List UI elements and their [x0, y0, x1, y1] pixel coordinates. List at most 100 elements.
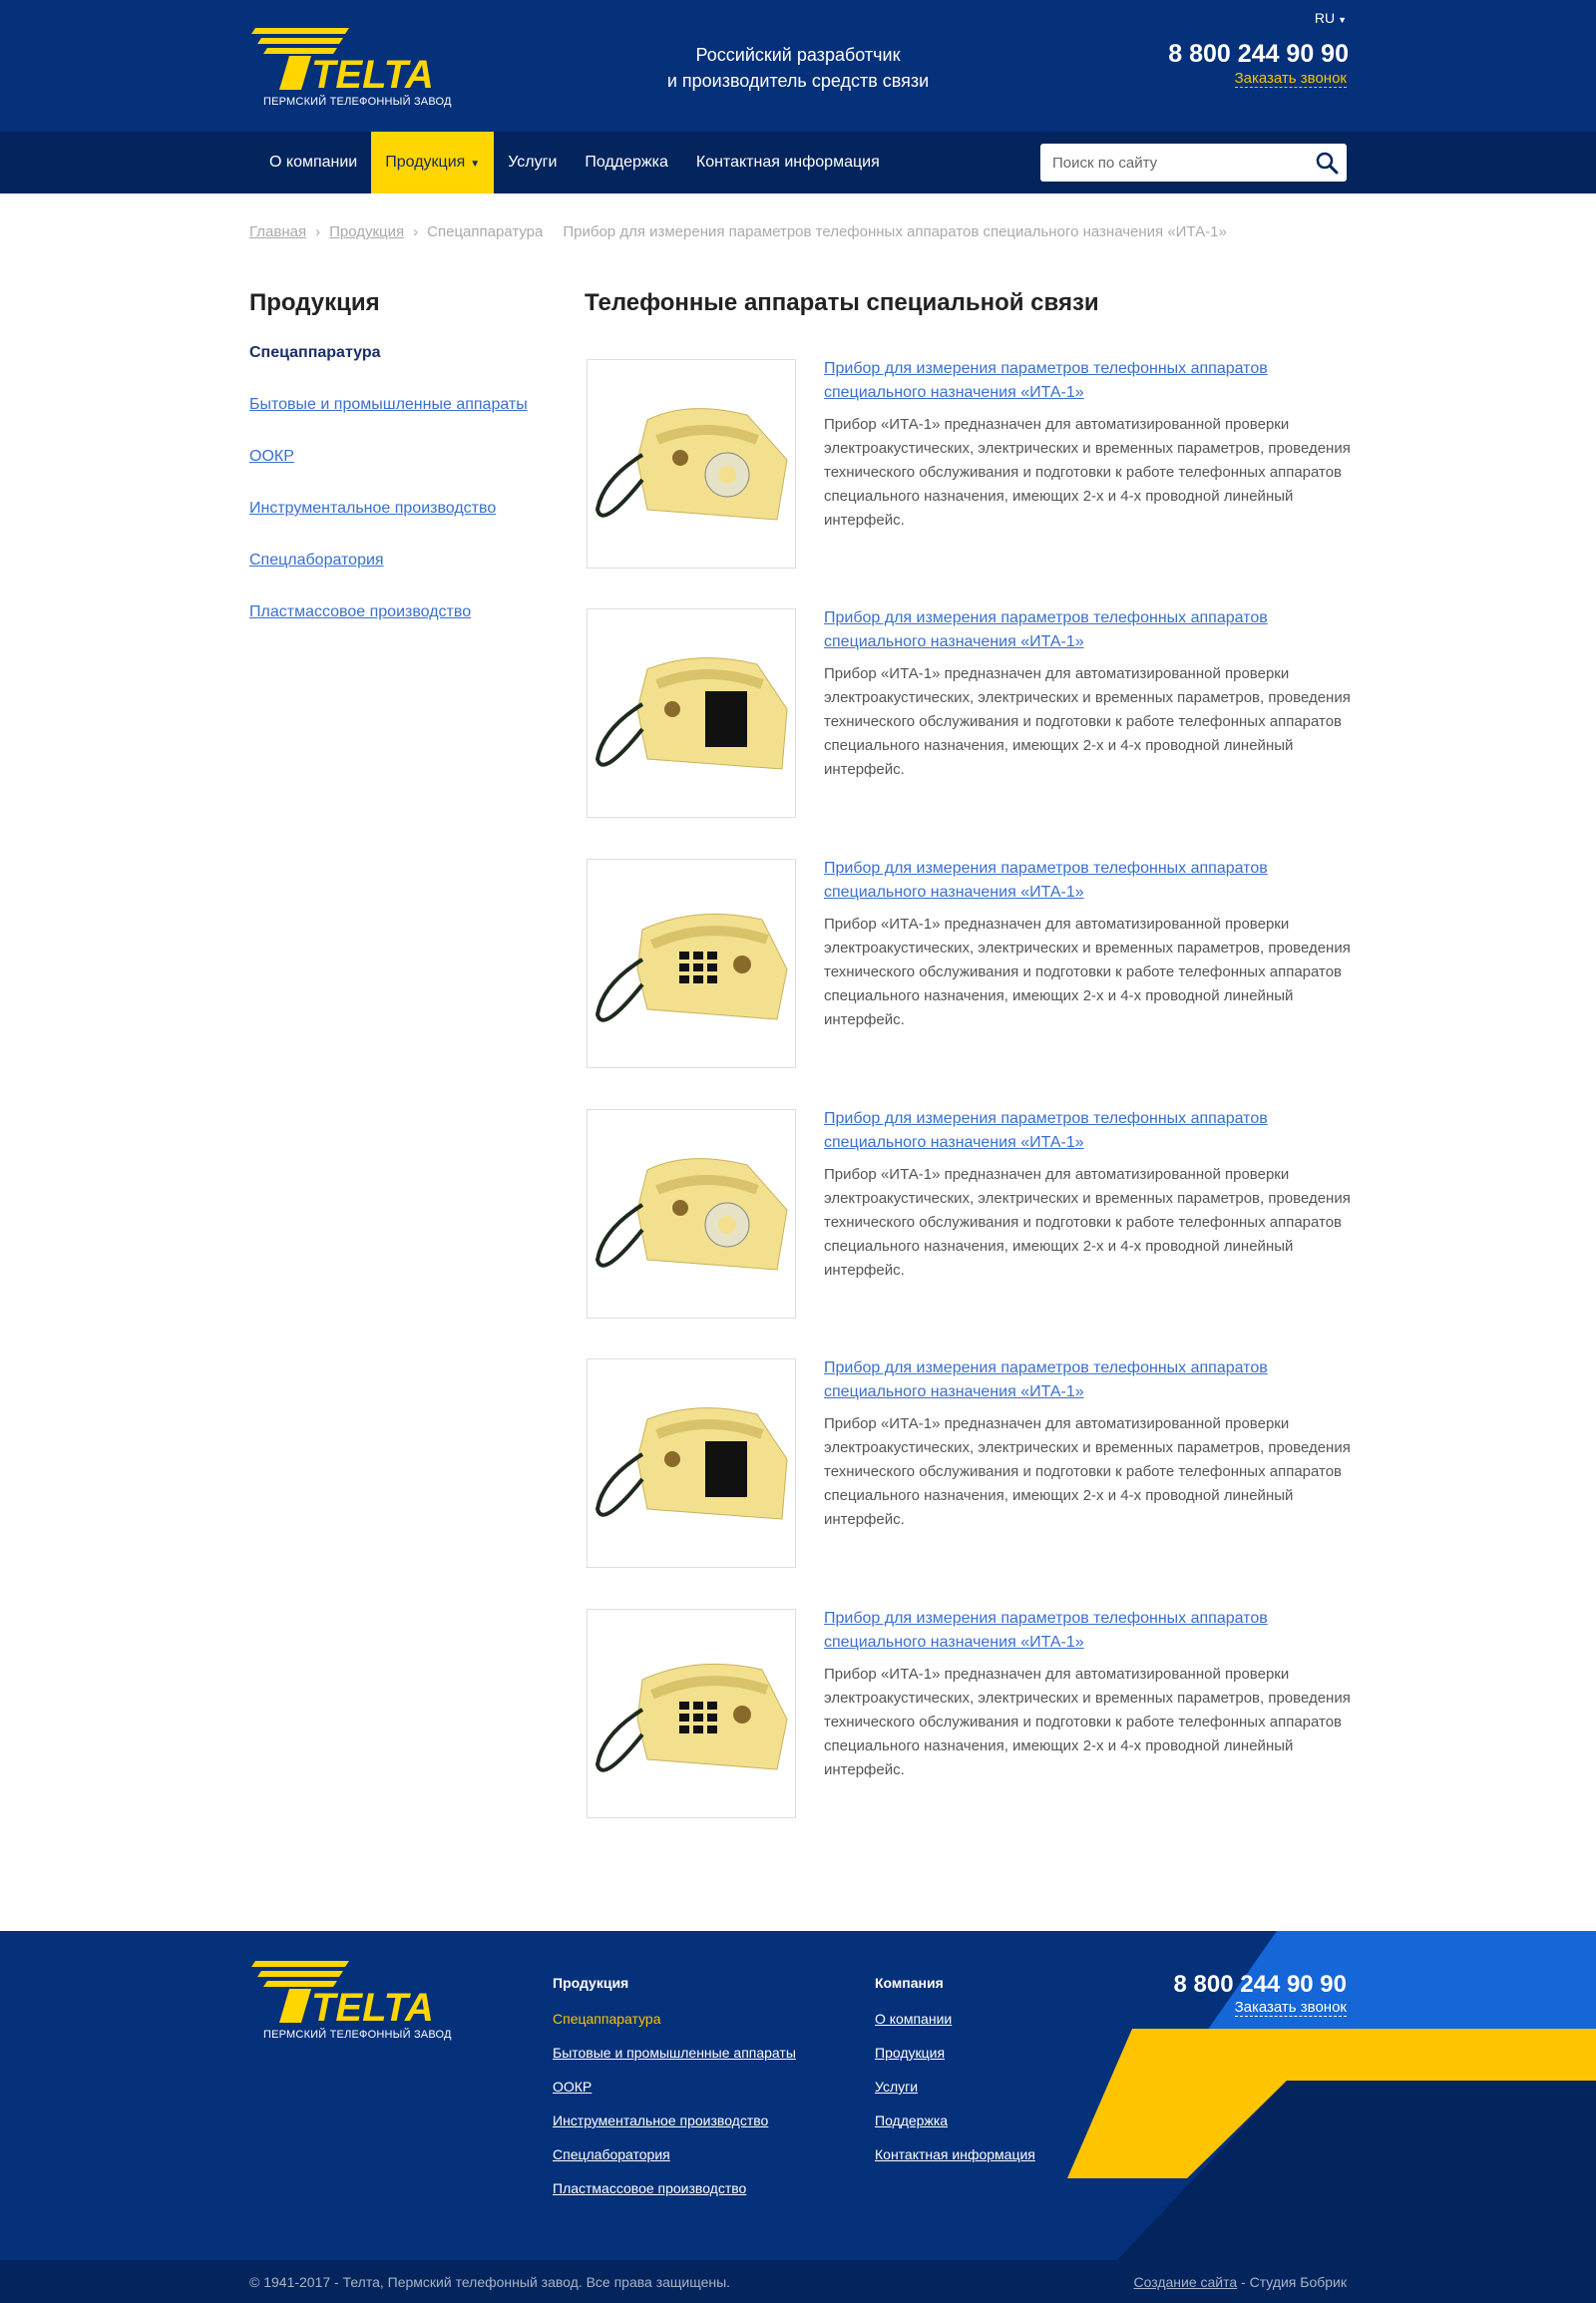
- main-nav: О компании Продукция ▼ Услуги Поддержка К…: [0, 132, 1596, 193]
- footer-link[interactable]: Услуги: [875, 2079, 918, 2095]
- product-link[interactable]: Прибор для измерения параметров телефонн…: [824, 609, 1268, 650]
- chevron-down-icon: ▼: [1338, 15, 1347, 25]
- sidebar-link[interactable]: Инструментальное производство: [249, 500, 496, 517]
- footer-link[interactable]: Инструментальное производство: [553, 2112, 768, 2128]
- nav-items: О компании Продукция ▼ Услуги Поддержка К…: [255, 132, 894, 193]
- nav-item-support[interactable]: Поддержка: [571, 132, 681, 193]
- sidebar-item-speclab: Спецлаборатория: [249, 552, 528, 603]
- header-callback-link[interactable]: Заказать звонок: [1234, 70, 1347, 88]
- product-title: Прибор для измерения параметров телефонн…: [824, 1356, 1343, 1404]
- nav-item-products[interactable]: Продукция ▼: [371, 132, 495, 193]
- breadcrumb-home[interactable]: Главная: [249, 223, 306, 240]
- product-card: Прибор для измерения параметров телефонн…: [587, 359, 1355, 569]
- sidebar-item-ookr: ООКР: [249, 448, 528, 500]
- product-image[interactable]: [587, 1609, 796, 1818]
- breadcrumb-section: Спецаппаратура: [427, 223, 544, 240]
- footer-link[interactable]: Спецаппаратура: [553, 2011, 660, 2027]
- sidebar-link[interactable]: Пластмассовое производство: [249, 603, 471, 620]
- tagline-line-1: Российский разработчик: [695, 45, 901, 65]
- nav-item-about[interactable]: О компании: [255, 132, 371, 193]
- product-link[interactable]: Прибор для измерения параметров телефонн…: [824, 860, 1268, 901]
- product-link-line-1: Прибор для измерения параметров телефонн…: [824, 1359, 1268, 1376]
- breadcrumb: Главная › Продукция › Спецаппаратура Прибор д…: [249, 223, 1227, 240]
- studio-link[interactable]: Создание сайта: [1133, 2274, 1237, 2290]
- footer-link[interactable]: Бытовые и промышленные аппараты: [553, 2045, 796, 2061]
- product-image[interactable]: [587, 1109, 796, 1319]
- breadcrumb-products[interactable]: Продукция: [329, 223, 404, 240]
- breadcrumb-separator: ›: [413, 223, 419, 240]
- footer-col-company: Компания О компании Продукция Услуги Под…: [875, 1975, 1035, 2180]
- product-image[interactable]: [587, 359, 796, 569]
- footer-decoration: [1067, 1931, 1596, 2260]
- telta-logo[interactable]: TELTA ПЕРМСКИЙ ТЕЛЕФОННЫЙ ЗАВОД: [249, 26, 451, 110]
- product-image[interactable]: [587, 859, 796, 1068]
- nav-item-label: Услуги: [508, 154, 558, 171]
- keypad-phone-image: [595, 913, 788, 1022]
- sidebar-item-plastics: Пластмассовое производство: [249, 603, 528, 655]
- sidebar-item-specapparatura[interactable]: Спецаппаратура: [249, 344, 528, 396]
- nav-item-label: Продукция: [385, 154, 466, 171]
- footer-col-title: Компания: [875, 1975, 944, 1991]
- studio-text: - Студия Бобрик: [1237, 2274, 1347, 2290]
- nav-item-label: Контактная информация: [695, 154, 880, 171]
- sidebar-link[interactable]: Бытовые и промышленные аппараты: [249, 396, 528, 413]
- rotary-phone-image: [595, 1158, 788, 1271]
- site-footer: TELTA ПЕРМСКИЙ ТЕЛЕФОННЫЙ ЗАВОД Продукци…: [0, 1931, 1596, 2260]
- product-link-line-1: Прибор для измерения параметров телефонн…: [824, 1610, 1268, 1627]
- header-phone[interactable]: 8 800 244 90 90: [1168, 40, 1349, 69]
- tagline-line-2: и производитель средств связи: [666, 71, 930, 91]
- logo-subtitle: ПЕРМСКИЙ ТЕЛЕФОННЫЙ ЗАВОД: [263, 96, 452, 108]
- search-input[interactable]: [1052, 152, 1302, 174]
- nav-item-contacts[interactable]: Контактная информация: [682, 132, 894, 193]
- product-title: Прибор для измерения параметров телефонн…: [824, 857, 1343, 905]
- language-label: RU: [1314, 10, 1336, 26]
- product-link[interactable]: Прибор для измерения параметров телефонн…: [824, 360, 1268, 401]
- product-card: Прибор для измерения параметров телефонн…: [587, 608, 1355, 818]
- product-image[interactable]: [587, 1358, 796, 1568]
- product-link-line-2: специального назначения «ИТА-1»: [824, 1634, 1084, 1651]
- keypad-phone-image: [595, 1663, 788, 1772]
- product-link-line-1: Прибор для измерения параметров телефонн…: [824, 1110, 1268, 1127]
- product-link-line-2: специального назначения «ИТА-1»: [824, 633, 1084, 650]
- studio-credit: Создание сайта - Студия Бобрик: [1133, 2274, 1347, 2290]
- footer-link[interactable]: Пластмассовое производство: [553, 2180, 746, 2196]
- language-switcher[interactable]: RU ▼: [1315, 10, 1347, 26]
- product-link[interactable]: Прибор для измерения параметров телефонн…: [824, 1610, 1268, 1651]
- product-image[interactable]: [587, 608, 796, 818]
- footer-link[interactable]: Контактная информация: [875, 2146, 1035, 2162]
- product-link-line-1: Прибор для измерения параметров телефонн…: [824, 860, 1268, 877]
- footer-link[interactable]: Спецлаборатория: [553, 2146, 670, 2162]
- breadcrumb-current: Прибор для измерения параметров телефонн…: [563, 223, 1227, 240]
- product-title: Прибор для измерения параметров телефонн…: [824, 606, 1343, 654]
- product-description: Прибор «ИТА-1» предназначен для автомати…: [824, 1666, 1351, 1778]
- product-link[interactable]: Прибор для измерения параметров телефонн…: [824, 1110, 1268, 1151]
- footer-link[interactable]: Поддержка: [875, 2112, 948, 2128]
- footer-phone[interactable]: 8 800 244 90 90: [1174, 1971, 1348, 1999]
- sidebar-title: Продукция: [249, 289, 380, 316]
- product-description: Прибор «ИТА-1» предназначен для автомати…: [824, 416, 1351, 529]
- tagline: Российский разработчик и производитель с…: [628, 42, 968, 94]
- logo-wordmark: TELTA: [311, 53, 434, 96]
- product-description: Прибор «ИТА-1» предназначен для автомати…: [824, 1415, 1351, 1528]
- footer-link[interactable]: О компании: [875, 2011, 952, 2027]
- product-link-line-2: специального назначения «ИТА-1»: [824, 1383, 1084, 1400]
- sidebar-item-household: Бытовые и промышленные аппараты: [249, 396, 528, 448]
- footer-link[interactable]: Продукция: [875, 2045, 945, 2061]
- sidebar-link[interactable]: Спецлаборатория: [249, 552, 384, 569]
- footer-bottom-bar: © 1941-2017 - Телта, Пермский телефонный…: [0, 2260, 1596, 2303]
- footer-link[interactable]: ООКР: [553, 2079, 592, 2095]
- sidebar-menu: Спецаппаратура Бытовые и промышленные ап…: [249, 344, 528, 655]
- product-link[interactable]: Прибор для измерения параметров телефонн…: [824, 1359, 1268, 1400]
- page-title: Телефонные аппараты специальной связи: [585, 289, 1099, 316]
- product-description: Прибор «ИТА-1» предназначен для автомати…: [824, 916, 1351, 1028]
- copyright: © 1941-2017 - Телта, Пермский телефонный…: [249, 2274, 731, 2290]
- nav-item-services[interactable]: Услуги: [494, 132, 571, 193]
- footer-callback-link[interactable]: Заказать звонок: [1234, 1999, 1347, 2017]
- product-title: Прибор для измерения параметров телефонн…: [824, 357, 1343, 405]
- product-link-line-2: специального назначения «ИТА-1»: [824, 884, 1084, 901]
- search-icon[interactable]: [1315, 151, 1339, 175]
- sidebar-link[interactable]: ООКР: [249, 448, 294, 465]
- product-description: Прибор «ИТА-1» предназначен для автомати…: [824, 665, 1351, 778]
- product-card: Прибор для измерения параметров телефонн…: [587, 1609, 1355, 1818]
- product-title: Прибор для измерения параметров телефонн…: [824, 1107, 1343, 1155]
